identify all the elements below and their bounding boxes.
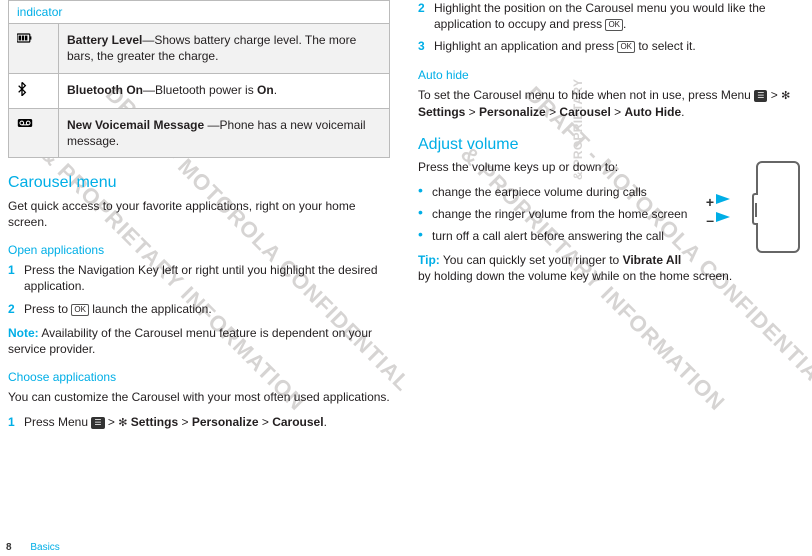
list-item: turn off a call alert before answering t… bbox=[418, 228, 800, 244]
choose-apps-steps: 1Press Menu ☰ > ✻ Settings > Personalize… bbox=[8, 414, 390, 431]
indicator-table: indicator Battery Level—Shows battery ch… bbox=[8, 0, 390, 158]
gear-icon: ✻ bbox=[118, 417, 127, 429]
list-item: change the ringer volume from the home s… bbox=[418, 206, 800, 222]
right-column: 2Highlight the position on the Carousel … bbox=[418, 0, 800, 438]
list-item: 3Highlight an application and press OK t… bbox=[418, 38, 800, 54]
menu-key-icon: ☰ bbox=[754, 90, 767, 102]
choose-apps-steps-cont: 2Highlight the position on the Carousel … bbox=[418, 0, 800, 55]
left-column: indicator Battery Level—Shows battery ch… bbox=[8, 0, 390, 438]
bluetooth-icon bbox=[17, 82, 27, 96]
list-item: 1Press Menu ☰ > ✻ Settings > Personalize… bbox=[8, 414, 390, 431]
heading-adjust-volume: Adjust volume bbox=[418, 134, 800, 156]
battery-icon bbox=[17, 32, 33, 44]
heading-choose-apps: Choose applications bbox=[8, 369, 390, 385]
footer: 8 Basics bbox=[6, 541, 60, 555]
open-apps-steps: 1Press the Navigation Key left or right … bbox=[8, 262, 390, 317]
voicemail-icon-cell bbox=[9, 108, 59, 157]
heading-carousel-menu: Carousel menu bbox=[8, 172, 390, 194]
voicemail-icon bbox=[17, 117, 33, 129]
page-number: 8 bbox=[6, 542, 12, 553]
bluetooth-icon-cell bbox=[9, 73, 59, 108]
table-row: New Voicemail Message —Phone has a new v… bbox=[9, 108, 390, 157]
heading-open-apps: Open applications bbox=[8, 242, 390, 258]
list-item: 2Press to OK launch the application. bbox=[8, 301, 390, 317]
list-item: change the earpiece volume during calls bbox=[418, 184, 800, 200]
ok-key-icon: OK bbox=[71, 304, 89, 316]
carousel-intro: Get quick access to your favorite applic… bbox=[8, 198, 390, 230]
menu-key-icon: ☰ bbox=[91, 417, 104, 429]
section-label: Basics bbox=[30, 542, 59, 553]
ok-key-icon: OK bbox=[617, 41, 635, 53]
tip-text: Tip: You can quickly set your ringer to … bbox=[418, 252, 800, 284]
choose-intro: You can customize the Carousel with your… bbox=[8, 389, 390, 405]
table-row: Bluetooth On—Bluetooth power is On. bbox=[9, 73, 390, 108]
battery-desc: Battery Level—Shows battery charge level… bbox=[59, 24, 390, 73]
list-item: 2Highlight the position on the Carousel … bbox=[418, 0, 800, 32]
note-text: Note: Availability of the Carousel menu … bbox=[8, 325, 390, 357]
list-item: 1Press the Navigation Key left or right … bbox=[8, 262, 390, 294]
auto-hide-text: To set the Carousel menu to hide when no… bbox=[418, 87, 800, 120]
table-row: Battery Level—Shows battery charge level… bbox=[9, 24, 390, 73]
volume-bullets: change the earpiece volume during calls … bbox=[418, 184, 800, 245]
battery-icon-cell bbox=[9, 24, 59, 73]
gear-icon: ✻ bbox=[781, 90, 790, 102]
voicemail-desc: New Voicemail Message —Phone has a new v… bbox=[59, 108, 390, 157]
table-header: indicator bbox=[9, 1, 390, 24]
bluetooth-desc: Bluetooth On—Bluetooth power is On. bbox=[59, 73, 390, 108]
ok-key-icon: OK bbox=[605, 19, 623, 31]
heading-auto-hide: Auto hide bbox=[418, 67, 800, 83]
table-header-row: indicator bbox=[9, 1, 390, 24]
